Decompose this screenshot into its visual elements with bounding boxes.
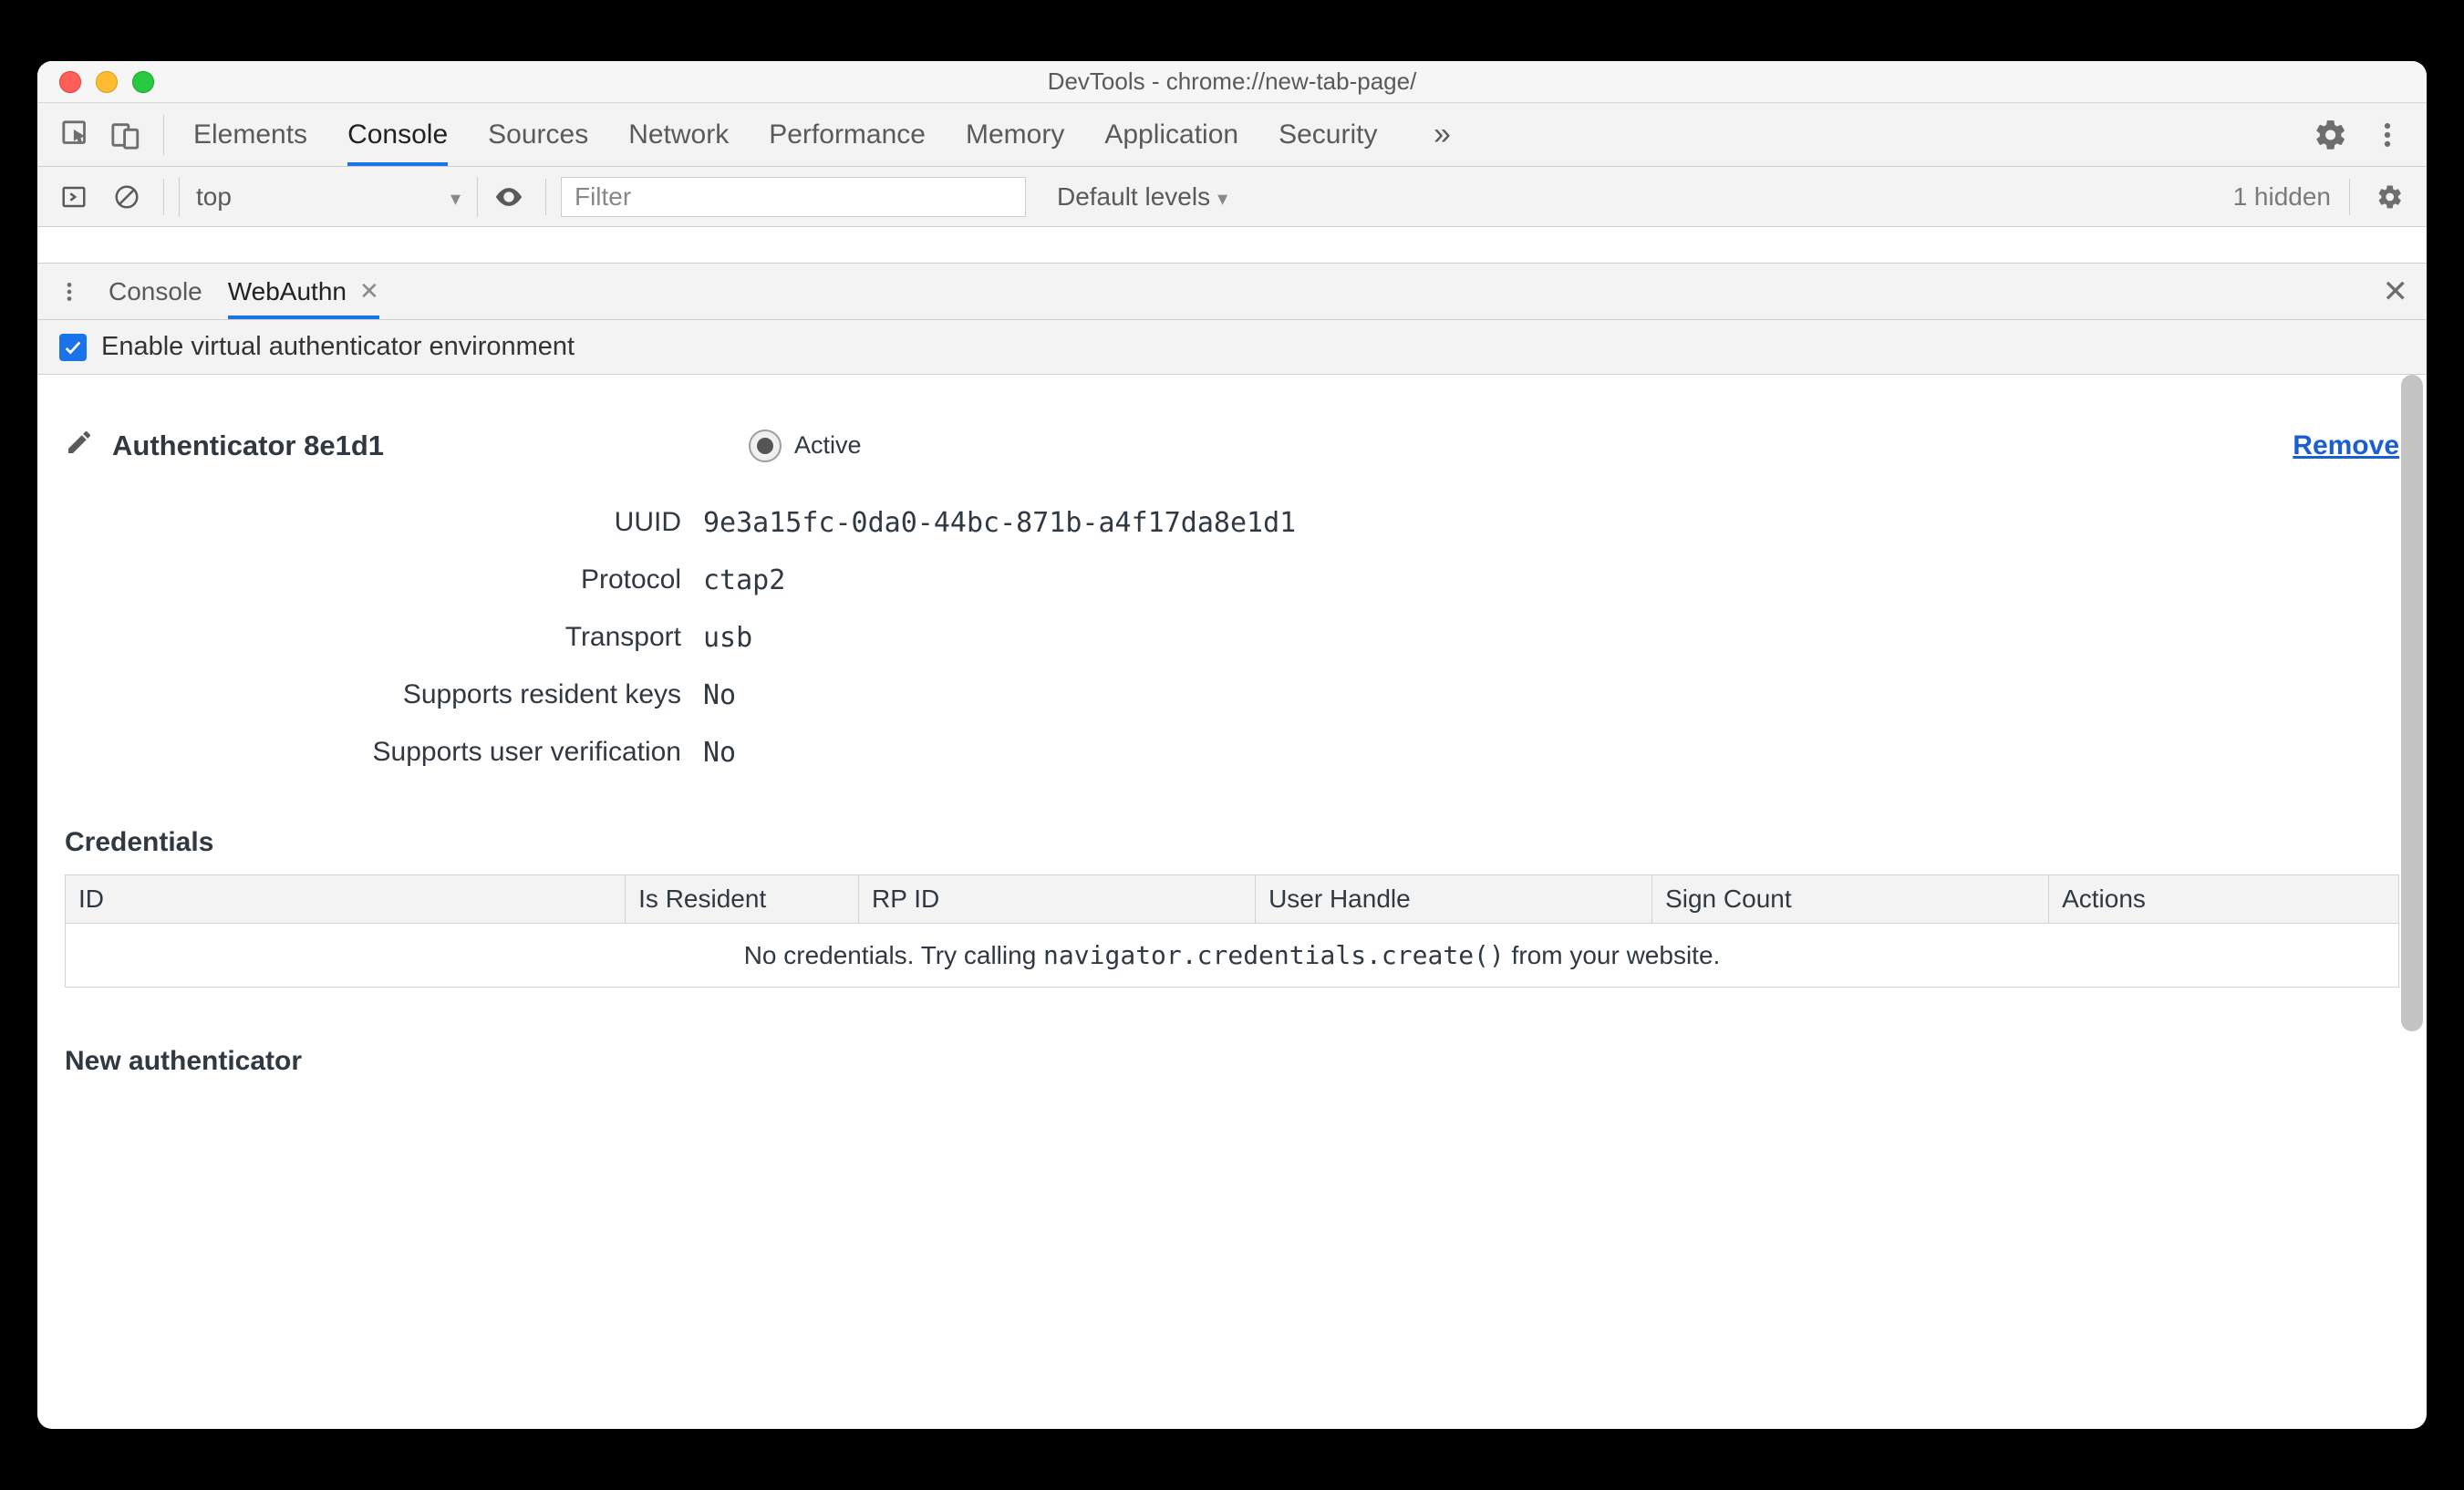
empty-suffix: from your website. [1505, 941, 1721, 969]
webauthn-panel: Authenticator 8e1d1 Active Remove UUID 9… [37, 375, 2427, 1429]
main-tabs: Elements Console Sources Network Perform… [193, 103, 2306, 166]
empty-prefix: No credentials. Try calling [744, 941, 1043, 969]
tabs-overflow-button[interactable]: » [1417, 103, 1466, 166]
window-close-button[interactable] [59, 71, 81, 93]
tab-console[interactable]: Console [347, 103, 448, 166]
active-radio-label: Active [794, 431, 862, 460]
tab-network[interactable]: Network [628, 103, 729, 166]
resident-keys-label: Supports resident keys [156, 679, 703, 711]
main-menu-kebab-icon[interactable] [2363, 110, 2412, 160]
drawer-tab-label: Console [109, 277, 202, 306]
main-tabstrip: Elements Console Sources Network Perform… [37, 103, 2427, 167]
execution-context-value: top [196, 182, 232, 212]
console-sidebar-toggle-icon[interactable] [52, 175, 96, 219]
window-maximize-button[interactable] [132, 71, 154, 93]
divider [163, 179, 164, 215]
chevron-down-icon [1217, 182, 1227, 212]
drawer-menu-kebab-icon[interactable] [56, 280, 83, 304]
devtools-window: DevTools - chrome://new-tab-page/ Elemen… [37, 61, 2427, 1429]
col-actions[interactable]: Actions [2049, 875, 2399, 924]
credentials-empty-message: No credentials. Try calling navigator.cr… [66, 924, 2399, 988]
titlebar: DevTools - chrome://new-tab-page/ [37, 61, 2427, 103]
protocol-label: Protocol [156, 564, 703, 596]
enable-virtual-auth-checkbox[interactable] [59, 334, 87, 361]
active-radio[interactable] [749, 429, 782, 462]
log-level-label: Default levels [1057, 182, 1210, 212]
credentials-heading: Credentials [65, 827, 2399, 858]
col-is-resident[interactable]: Is Resident [626, 875, 859, 924]
col-sign-count[interactable]: Sign Count [1652, 875, 2049, 924]
table-header-row: ID Is Resident RP ID User Handle Sign Co… [66, 875, 2399, 924]
enable-virtual-auth-row: Enable virtual authenticator environment [37, 320, 2427, 375]
protocol-value: ctap2 [703, 564, 2399, 596]
execution-context-select[interactable]: top [179, 177, 478, 217]
uuid-value: 9e3a15fc-0da0-44bc-871b-a4f17da8e1d1 [703, 507, 2399, 539]
divider [2349, 179, 2350, 215]
active-radio-group: Active [749, 429, 862, 462]
empty-code: navigator.credentials.create() [1043, 940, 1505, 970]
edit-pencil-icon[interactable] [65, 428, 94, 463]
col-rp-id[interactable]: RP ID [859, 875, 1256, 924]
filter-placeholder: Filter [575, 182, 631, 212]
tab-memory[interactable]: Memory [966, 103, 1064, 166]
credentials-table: ID Is Resident RP ID User Handle Sign Co… [65, 874, 2399, 988]
close-tab-icon[interactable]: ✕ [359, 277, 379, 305]
col-id[interactable]: ID [66, 875, 626, 924]
authenticator-details: UUID 9e3a15fc-0da0-44bc-871b-a4f17da8e1d… [156, 507, 2399, 769]
window-controls [37, 71, 154, 93]
user-verification-value: No [703, 737, 2399, 769]
authenticator-header: Authenticator 8e1d1 Active Remove [65, 428, 2399, 463]
user-verification-label: Supports user verification [156, 737, 703, 769]
tab-performance[interactable]: Performance [769, 103, 926, 166]
console-toolbar: top Filter Default levels 1 hidden [37, 167, 2427, 227]
uuid-label: UUID [156, 507, 703, 539]
transport-label: Transport [156, 622, 703, 654]
clear-console-icon[interactable] [105, 175, 149, 219]
drawer-tab-webauthn[interactable]: WebAuthn ✕ [228, 264, 379, 319]
chevron-down-icon [450, 182, 461, 212]
log-level-select[interactable]: Default levels [1057, 182, 1227, 212]
table-row: No credentials. Try calling navigator.cr… [66, 924, 2399, 988]
drawer-close-icon[interactable]: ✕ [2383, 274, 2409, 310]
authenticator-title: Authenticator 8e1d1 [112, 429, 384, 462]
transport-value: usb [703, 622, 2399, 654]
tab-elements[interactable]: Elements [193, 103, 307, 166]
new-authenticator-heading: New authenticator [65, 1046, 2399, 1077]
divider [163, 115, 164, 155]
window-minimize-button[interactable] [96, 71, 118, 93]
hidden-messages-count[interactable]: 1 hidden [2233, 182, 2331, 212]
remove-authenticator-link[interactable]: Remove [2293, 430, 2399, 461]
console-filter-input[interactable]: Filter [561, 177, 1026, 217]
inspect-element-icon[interactable] [52, 110, 101, 160]
window-title: DevTools - chrome://new-tab-page/ [37, 67, 2427, 96]
tab-security[interactable]: Security [1279, 103, 1377, 166]
tab-application[interactable]: Application [1104, 103, 1238, 166]
drawer-tabstrip: Console WebAuthn ✕ ✕ [37, 264, 2427, 320]
live-expression-eye-icon[interactable] [487, 175, 531, 219]
drawer-tab-console[interactable]: Console [109, 264, 202, 319]
tab-sources[interactable]: Sources [488, 103, 588, 166]
console-settings-gear-icon[interactable] [2368, 175, 2412, 219]
console-output-area [37, 227, 2427, 264]
resident-keys-value: No [703, 679, 2399, 711]
device-toolbar-icon[interactable] [101, 110, 150, 160]
col-user-handle[interactable]: User Handle [1256, 875, 1652, 924]
drawer-tab-label: WebAuthn [228, 277, 347, 306]
settings-gear-icon[interactable] [2306, 110, 2355, 160]
enable-virtual-auth-label: Enable virtual authenticator environment [101, 332, 575, 362]
divider [545, 179, 546, 215]
